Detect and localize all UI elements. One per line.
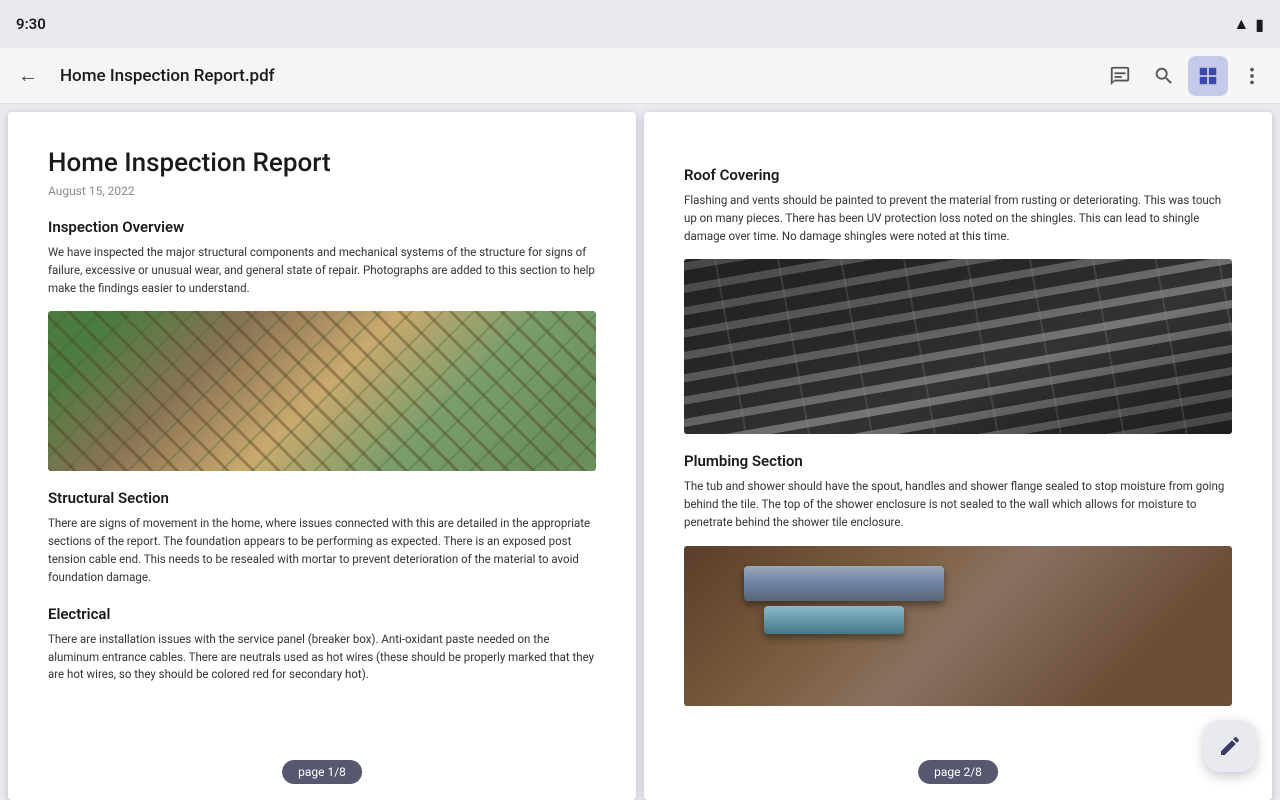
section-plumbing-text: The tub and shower should have the spout… (684, 478, 1232, 531)
more-button[interactable] (1232, 56, 1272, 96)
page-1-badge: page 1/8 (282, 760, 362, 784)
content-area: Home Inspection Report August 15, 2022 I… (0, 104, 1280, 800)
page-2-panel: Roof Covering Flashing and vents should … (644, 112, 1272, 800)
fab-edit-button[interactable] (1204, 720, 1256, 772)
page-2-badge: page 2/8 (918, 760, 998, 784)
status-time: 9:30 (16, 15, 46, 33)
section-plumbing-heading: Plumbing Section (684, 452, 1232, 470)
search-icon (1153, 65, 1175, 87)
grid-icon (1197, 65, 1219, 87)
doc-date: August 15, 2022 (48, 184, 596, 198)
section-electrical-text: There are installation issues with the s… (48, 631, 596, 684)
roof-image (684, 259, 1232, 434)
aerial-houses-img (48, 311, 596, 471)
toolbar-title: Home Inspection Report.pdf (52, 66, 1096, 86)
grid-view-button[interactable] (1188, 56, 1228, 96)
section-structural-text: There are signs of movement in the home,… (48, 515, 596, 586)
wifi-icon: ▲ (1233, 14, 1249, 34)
roof-covering-img (684, 259, 1232, 434)
section-inspection-overview-heading: Inspection Overview (48, 218, 596, 236)
plumbing-pipes-img (684, 546, 1232, 706)
section-electrical-heading: Electrical (48, 605, 596, 623)
toolbar: ← Home Inspection Report.pdf (0, 48, 1280, 104)
page-1-panel: Home Inspection Report August 15, 2022 I… (8, 112, 636, 800)
status-bar: 9:30 ▲ ▮ (0, 0, 1280, 48)
edit-fab-icon (1218, 734, 1242, 758)
search-button[interactable] (1144, 56, 1184, 96)
comment-button[interactable] (1100, 56, 1140, 96)
section-structural-heading: Structural Section (48, 489, 596, 507)
doc-title: Home Inspection Report (48, 148, 596, 178)
section-inspection-overview-text: We have inspected the major structural c… (48, 244, 596, 297)
page-2-content: Roof Covering Flashing and vents should … (644, 112, 1272, 800)
toolbar-actions (1100, 56, 1272, 96)
battery-icon: ▮ (1255, 15, 1264, 34)
more-icon (1241, 65, 1263, 87)
status-icons: ▲ ▮ (1233, 14, 1264, 34)
comment-icon (1109, 65, 1131, 87)
back-icon: ← (18, 63, 38, 88)
section-roof-text: Flashing and vents should be painted to … (684, 192, 1232, 245)
page-1-content: Home Inspection Report August 15, 2022 I… (8, 112, 636, 800)
section-roof-heading: Roof Covering (684, 166, 1232, 184)
back-button[interactable]: ← (8, 56, 48, 96)
houses-image (48, 311, 596, 471)
pipes-image (684, 546, 1232, 706)
